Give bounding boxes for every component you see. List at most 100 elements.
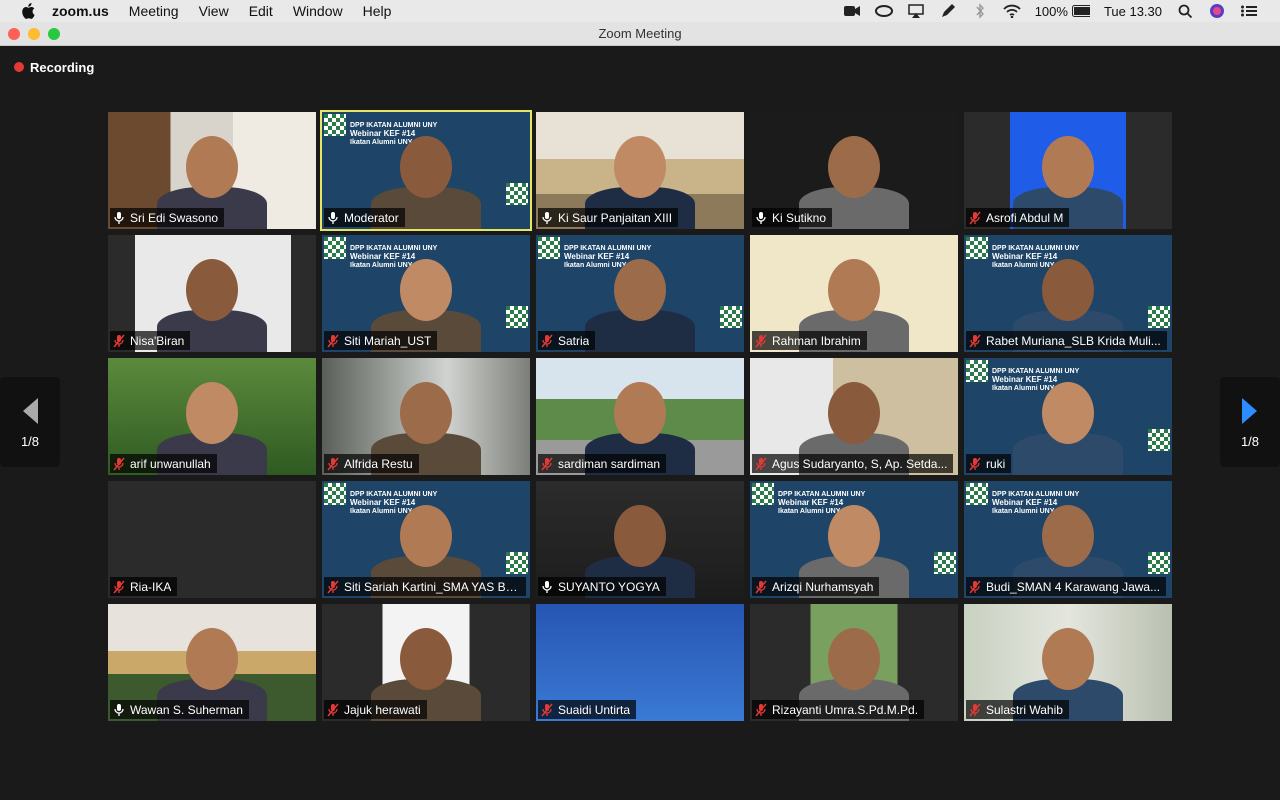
participant-tile[interactable]: sardiman sardiman [536, 358, 744, 475]
person-head [186, 382, 238, 444]
person-head [186, 259, 238, 321]
participant-tile[interactable]: Jajuk herawati [322, 604, 530, 721]
participant-tile[interactable]: DPP IKATAN ALUMNI UNY Webinar KEF #14 Ikat… [322, 481, 530, 598]
participant-tile[interactable]: Nisa'Biran [108, 235, 316, 352]
person-head [400, 382, 452, 444]
muted-mic-icon [969, 457, 981, 470]
participant-name: Nisa'Biran [130, 333, 185, 348]
participant-nametag: sardiman sardiman [538, 454, 667, 473]
participant-tile[interactable]: DPP IKATAN ALUMNI UNY Webinar KEF #14 Ikat… [964, 481, 1172, 598]
participant-tile[interactable]: Suaidi Untirta [536, 604, 744, 721]
creative-cloud-icon[interactable] [874, 3, 893, 19]
participant-tile[interactable]: DPP IKATAN ALUMNI UNY Webinar KEF #14 Ikat… [750, 481, 958, 598]
checker-pattern [966, 237, 988, 259]
checker-pattern [1148, 552, 1170, 574]
participant-tile[interactable]: Sri Edi Swasono [108, 112, 316, 229]
muted-mic-icon [541, 703, 553, 716]
menu-app-zoom[interactable]: zoom.us [52, 3, 109, 19]
participant-tile[interactable]: Sulastri Wahib [964, 604, 1172, 721]
participant-nametag: Ki Saur Panjaitan XIII [538, 208, 679, 227]
person-head [828, 136, 880, 198]
participant-tile[interactable]: Asrofi Abdul M [964, 112, 1172, 229]
participant-nametag: arif unwanullah [110, 454, 217, 473]
participant-tile[interactable]: Wawan S. Suherman [108, 604, 316, 721]
bluetooth-icon[interactable] [971, 3, 989, 19]
person-head [614, 259, 666, 321]
checker-pattern [934, 552, 956, 574]
participant-tile[interactable]: DPP IKATAN ALUMNI UNY Webinar KEF #14 Ikat… [964, 358, 1172, 475]
participant-name: Suaidi Untirta [558, 702, 631, 717]
participant-nametag: Nisa'Biran [110, 331, 191, 350]
wifi-icon[interactable] [1003, 3, 1021, 19]
participant-tile[interactable]: Ki Saur Panjaitan XIII [536, 112, 744, 229]
participant-name: ruki [986, 456, 1006, 471]
participant-nametag: Jajuk herawati [324, 700, 427, 719]
participant-name: Satria [558, 333, 590, 348]
muted-mic-icon [541, 457, 553, 470]
webinar-subtitle: Ikatan Alumni UNY [992, 385, 1055, 392]
participant-tile[interactable]: Alfrida Restu [322, 358, 530, 475]
muted-mic-icon [541, 334, 553, 347]
menu-meeting[interactable]: Meeting [129, 3, 179, 19]
participant-tile[interactable]: arif unwanullah [108, 358, 316, 475]
siri-icon[interactable] [1208, 3, 1226, 19]
pen-icon[interactable] [939, 3, 957, 19]
participant-tile[interactable]: DPP IKATAN ALUMNI UNY Webinar KEF #14 Ikat… [320, 110, 532, 231]
participant-tile[interactable]: DPP IKATAN ALUMNI UNY Webinar KEF #14 Ikat… [322, 235, 530, 352]
menu-view[interactable]: View [199, 3, 229, 19]
webinar-subtitle: Ikatan Alumni UNY [350, 262, 413, 269]
person-head [828, 505, 880, 567]
participant-tile[interactable]: SUYANTO YOGYA [536, 481, 744, 598]
checker-pattern [720, 306, 742, 328]
muted-mic-icon [969, 211, 981, 224]
webinar-org: DPP IKATAN ALUMNI UNY [564, 245, 652, 252]
menu-edit[interactable]: Edit [249, 3, 273, 19]
muted-mic-icon [113, 580, 125, 593]
mic-icon [756, 211, 766, 224]
webinar-subtitle: Ikatan Alumni UNY [350, 139, 413, 146]
participant-name: Ki Sutikno [772, 210, 827, 225]
participant-tile[interactable]: Ria-IKA [108, 481, 316, 598]
person-head [828, 259, 880, 321]
participant-nametag: Siti Mariah_UST [324, 331, 438, 350]
apple-icon[interactable] [20, 3, 36, 19]
checker-pattern [966, 483, 988, 505]
participant-tile[interactable]: DPP IKATAN ALUMNI UNY Webinar KEF #14 Ikat… [536, 235, 744, 352]
page-indicator-right: 1/8 [1240, 433, 1260, 449]
muted-mic-icon [755, 334, 767, 347]
webinar-title: Webinar KEF #14 [350, 252, 416, 261]
participant-name: Sulastri Wahib [986, 702, 1063, 717]
muted-mic-icon [755, 703, 767, 716]
participant-nametag: SUYANTO YOGYA [538, 577, 666, 596]
participant-nametag: Suaidi Untirta [538, 700, 637, 719]
participant-tile[interactable]: Agus Sudaryanto, S, Ap. Setda... [750, 358, 958, 475]
menu-help[interactable]: Help [363, 3, 392, 19]
webinar-org: DPP IKATAN ALUMNI UNY [992, 491, 1080, 498]
participant-name: Ria-IKA [130, 579, 172, 594]
checker-pattern [1148, 429, 1170, 451]
recording-indicator[interactable]: Recording [14, 58, 94, 76]
next-page-button[interactable]: 1/8 [1220, 377, 1280, 467]
person-head [828, 382, 880, 444]
participant-tile[interactable]: Rahman Ibrahim [750, 235, 958, 352]
notification-center-icon[interactable] [1240, 3, 1258, 19]
webinar-title: Webinar KEF #14 [564, 252, 630, 261]
person-head [614, 505, 666, 567]
participant-tile[interactable]: Ki Sutikno [750, 112, 958, 229]
participant-nametag: Sulastri Wahib [966, 700, 1069, 719]
zoom-status-icon[interactable] [843, 3, 861, 19]
spotlight-search-icon[interactable] [1176, 3, 1194, 19]
participant-nametag: Siti Sariah Kartini_SMA YAS Ba... [324, 577, 526, 596]
person-head [614, 136, 666, 198]
recording-dot-icon [14, 62, 24, 72]
participant-name: Asrofi Abdul M [986, 210, 1064, 225]
airplay-icon[interactable] [907, 3, 925, 19]
participant-tile[interactable]: DPP IKATAN ALUMNI UNY Webinar KEF #14 Ikat… [964, 235, 1172, 352]
muted-mic-icon [113, 457, 125, 470]
participant-tile[interactable]: Rizayanti Umra.S.Pd.M.Pd. [750, 604, 958, 721]
menu-window[interactable]: Window [293, 3, 343, 19]
menubar-clock[interactable]: Tue 13.30 [1104, 4, 1162, 19]
battery-icon[interactable] [1071, 3, 1090, 19]
muted-mic-icon [327, 703, 339, 716]
previous-page-button[interactable]: 1/8 [0, 377, 60, 467]
